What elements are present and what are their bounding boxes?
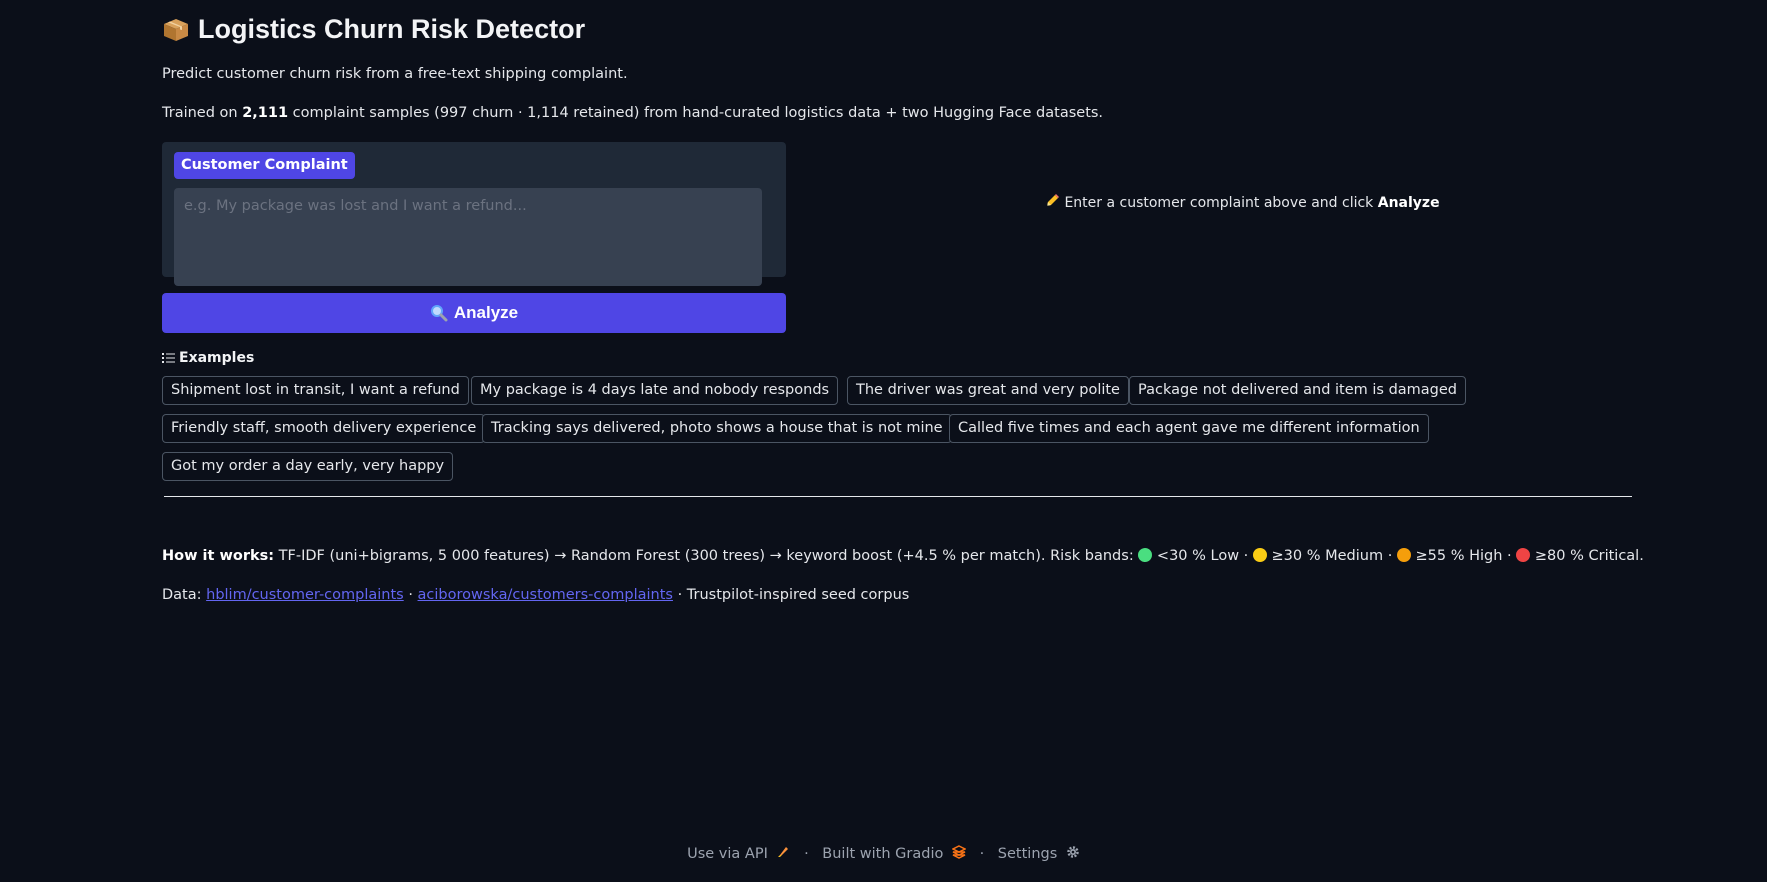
data-separator: · [403,587,418,603]
dataset-link-aciborowska[interactable]: aciborowska/customers-complaints [418,587,673,603]
green-circle-icon [1138,548,1153,562]
settings-label: Settings [997,846,1058,862]
pencil-icon [1047,194,1059,206]
built-with-gradio-label: Built with Gradio [822,846,944,862]
analyze-button[interactable]: Analyze [162,293,786,333]
footer-separator: · [979,846,985,862]
magnifier-icon [430,305,448,322]
risk-band-low: <30 % Low [1152,548,1240,564]
output-placeholder: Enter a customer complaint above and cli… [1044,193,1440,211]
examples-header: Examples [162,350,254,366]
how-it-works: How it works: TF-IDF (uni+bigrams, 5 000… [162,548,1644,564]
data-sources: Data: hblim/customer-complaints · acibor… [162,587,909,603]
examples-title: Examples [179,350,255,366]
built-with-gradio-link[interactable]: Built with Gradio [822,845,967,862]
orange-circle-icon [1396,548,1411,562]
settings-link[interactable]: Settings [998,846,1080,862]
how-it-works-label: How it works: [162,548,275,564]
output-hint-bold: Analyze [1377,195,1440,211]
example-item[interactable]: Friendly staff, smooth delivery experien… [162,414,486,443]
app-description: Predict customer churn risk from a free-… [162,66,628,82]
gear-icon [1067,846,1079,858]
risk-band-medium: ≥30 % Medium [1266,548,1384,564]
band-separator: · [1502,548,1517,564]
complaint-input-panel: Customer Complaint [162,142,786,286]
risk-band-critical: ≥80 % Critical. [1530,548,1644,564]
complaint-textarea[interactable] [174,188,762,286]
footer-separator: · [804,846,809,862]
training-count: 2,111 [242,105,289,121]
band-separator: · [1383,548,1397,564]
dataset-link-hblim[interactable]: hblim/customer-complaints [206,587,404,603]
analyze-button-label: Analyze [453,303,519,322]
use-via-api-link[interactable]: Use via API [687,846,790,862]
example-item[interactable]: Package not delivered and item is damage… [1129,376,1467,405]
output-hint-text: Enter a customer complaint above and cli… [1064,195,1378,211]
gradio-logo-icon [951,845,967,859]
example-item[interactable]: Tracking says delivered, photo shows a h… [482,414,952,443]
list-icon [162,353,175,363]
rocket-icon [778,847,789,857]
footer: Use via API · Built with Gradio · Settin… [0,845,1767,862]
data-label: Data: [162,587,207,603]
training-suffix: complaint samples (997 churn · 1,114 ret… [288,105,1104,121]
section-divider [164,496,1632,497]
example-item[interactable]: Called five times and each agent gave me… [949,414,1429,443]
training-prefix: Trained on [162,105,243,121]
yellow-circle-icon [1252,548,1267,562]
complaint-label: Customer Complaint [174,152,355,179]
example-item[interactable]: My package is 4 days late and nobody res… [471,376,839,405]
how-it-works-text: TF-IDF (uni+bigrams, 5 000 features) → R… [274,548,1139,564]
page-title: Logistics Churn Risk Detector [162,14,585,45]
example-item[interactable]: Shipment lost in transit, I want a refun… [162,376,469,405]
red-circle-icon [1516,548,1531,562]
package-icon [164,19,188,41]
band-separator: · [1239,548,1253,564]
risk-band-high: ≥55 % High [1410,548,1503,564]
use-via-api-label: Use via API [687,846,768,862]
page-title-text: Logistics Churn Risk Detector [198,14,586,44]
data-suffix: · Trustpilot-inspired seed corpus [672,587,910,603]
training-summary: Trained on 2,111 complaint samples (997 … [162,105,1103,121]
example-item[interactable]: Got my order a day early, very happy [162,452,454,481]
example-item[interactable]: The driver was great and very polite [847,376,1129,405]
